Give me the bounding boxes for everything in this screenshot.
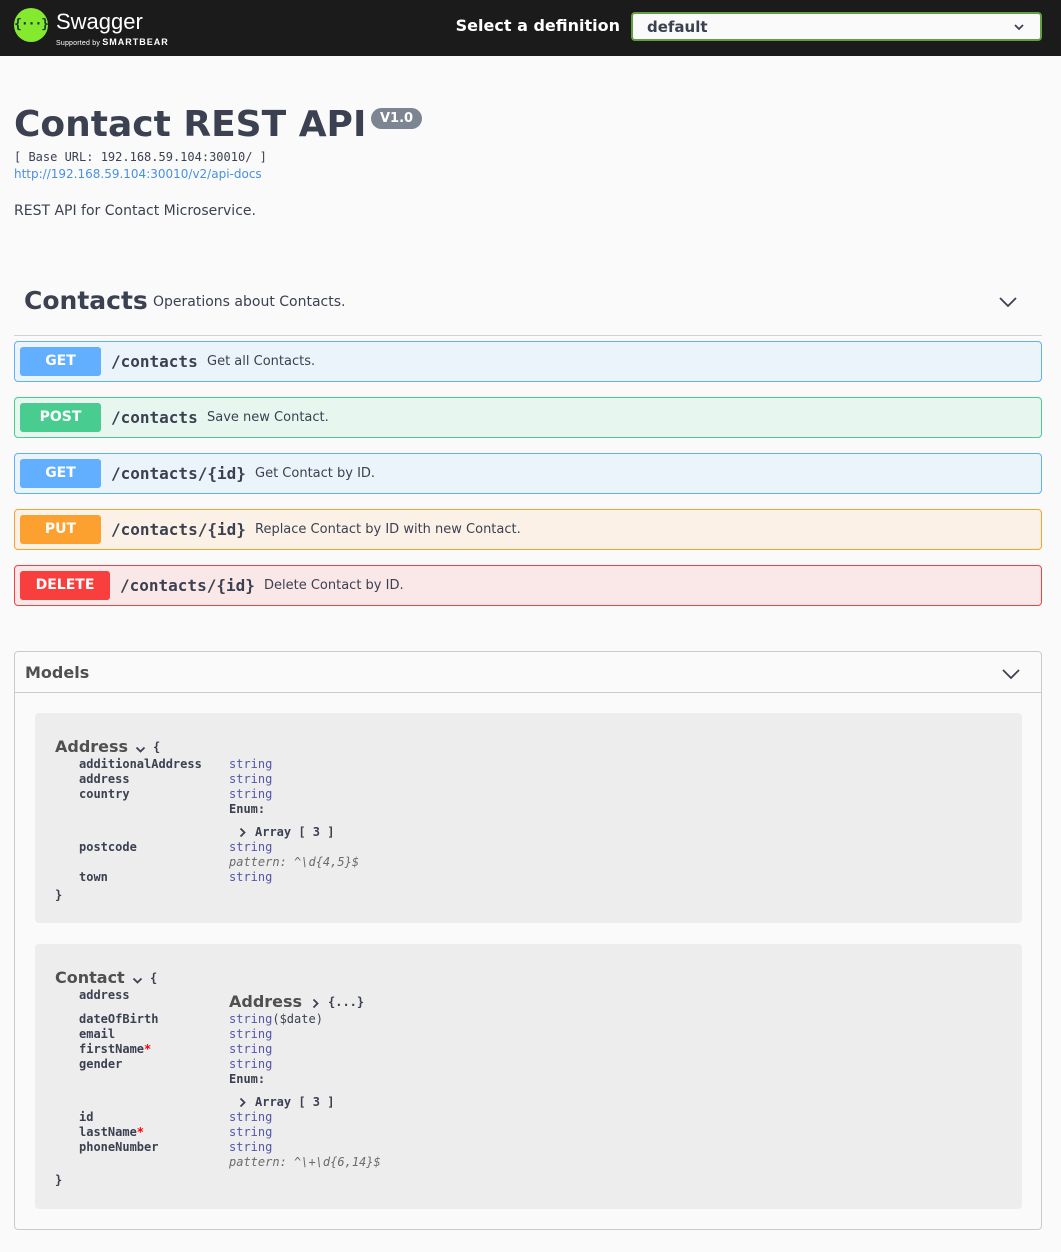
ref-model-name[interactable]: Address [229,992,302,1011]
operation-get-contacts[interactable]: GET /contacts Get all Contacts. [14,341,1042,382]
operation-summary: Save new Contact. [207,410,329,425]
prop-type: string [229,1057,273,1071]
operation-path: /contacts [111,352,198,371]
prop-type: string [229,1012,273,1026]
chevron-down-icon[interactable] [1001,664,1021,684]
prop-name: dateOfBirth [79,1012,159,1026]
chevron-down-icon[interactable] [998,292,1018,312]
prop-name: phoneNumber [79,1140,159,1154]
topbar: {···} Swagger Supported by SMARTBEAR Sel… [0,0,1061,56]
prop-type: string [229,772,273,786]
operation-summary: Delete Contact by ID. [264,578,404,593]
operation-summary: Get all Contacts. [207,354,316,369]
models-header[interactable]: Models [15,652,1041,693]
operation-delete-contact-by-id[interactable]: DELETE /contacts/{id} Delete Contact by … [14,565,1042,606]
prop-name-required: firstName* [79,1042,151,1057]
prop-name: lastName [79,1125,137,1139]
models-section: Models Address { additionalAddress strin… [14,651,1042,1230]
tag-description: Operations about Contacts. [153,294,346,310]
models-title: Models [25,663,90,682]
operation-path: /contacts/{id} [111,520,246,539]
prop-name: postcode [79,840,137,854]
logo-tagline: Supported by SMARTBEAR [56,37,169,47]
base-url: [ Base URL: 192.168.59.104:30010/ ] [14,150,267,164]
prop-name: town [79,870,108,884]
method-badge: GET [20,347,101,376]
definition-select-value: default [647,18,708,36]
operation-path: /contacts/{id} [120,576,255,595]
logo-tagline-prefix: Supported by [56,40,101,47]
prop-type: string [229,1140,273,1154]
prop-type-with-format: string($date) [229,1012,323,1027]
open-brace: { [153,740,161,754]
tag-header-contacts[interactable]: Contacts Operations about Contacts. [14,276,1042,336]
definition-select[interactable]: default [631,12,1042,41]
operation-summary: Get Contact by ID. [255,466,376,481]
api-description: REST API for Contact Microservice. [14,203,256,219]
enum-array-toggle[interactable]: Array [ 3 ] [255,825,334,840]
prop-pattern: pattern: ^\d{4,5}$ [229,855,360,869]
tag-name: Contacts [24,286,148,315]
prop-format: ($date) [272,1012,323,1026]
open-brace: { [150,971,158,985]
page-title: Contact REST API [14,104,367,145]
prop-name: address [79,988,130,1002]
prop-name: gender [79,1057,123,1071]
prop-name: additionalAddress [79,757,202,771]
api-docs-link[interactable]: http://192.168.59.104:30010/v2/api-docs [14,167,262,181]
method-badge: POST [20,403,101,432]
prop-type: string [229,1110,273,1124]
enum-label: Enum: [229,802,266,816]
prop-name: id [79,1110,94,1124]
operation-get-contact-by-id[interactable]: GET /contacts/{id} Get Contact by ID. [14,453,1042,494]
prop-type: string [229,1027,273,1041]
model-name[interactable]: Contact [55,968,125,987]
chevron-down-icon[interactable] [135,744,146,755]
method-badge: DELETE [20,571,110,600]
model-name[interactable]: Address [55,737,128,756]
prop-name: country [79,787,130,801]
logo-tagline-brand: SMARTBEAR [102,37,169,47]
required-mark: * [136,1125,145,1139]
close-brace: } [55,1173,63,1187]
chevron-right-icon[interactable] [237,827,248,838]
swagger-logo-icon: {···} [14,8,49,42]
version-badge: V1.0 [371,108,423,129]
model-address: Address { additionalAddress string addre… [35,713,1022,923]
chevron-right-icon[interactable] [237,1097,248,1108]
enum-label: Enum: [229,1072,266,1086]
logo-wordmark: Swagger [56,9,143,34]
chevron-down-icon [1014,24,1024,31]
close-brace: } [55,888,63,902]
model-contact: Contact { address Address {...} dateOfBi… [35,944,1022,1209]
ref-collapsed[interactable]: {...} [328,995,364,1010]
prop-name-required: lastName* [79,1125,144,1140]
enum-array-toggle[interactable]: Array [ 3 ] [255,1095,334,1110]
prop-type: string [229,787,273,801]
prop-name: firstName [79,1042,145,1056]
prop-name: address [79,772,130,786]
operation-path: /contacts [111,408,198,427]
definition-label: Select a definition [455,16,620,35]
prop-type: string [229,840,273,854]
operation-put-contact-by-id[interactable]: PUT /contacts/{id} Replace Contact by ID… [14,509,1042,550]
operation-path: /contacts/{id} [111,464,246,483]
prop-name: email [79,1027,116,1041]
chevron-right-icon[interactable] [310,998,321,1009]
prop-type: string [229,1125,273,1139]
chevron-down-icon[interactable] [132,975,143,986]
prop-type: string [229,870,273,884]
operation-post-contacts[interactable]: POST /contacts Save new Contact. [14,397,1042,438]
prop-type: string [229,757,273,771]
method-badge: PUT [20,515,101,544]
swagger-logo[interactable]: {···} Swagger Supported by SMARTBEAR [14,8,168,48]
prop-type: string [229,1042,273,1056]
method-badge: GET [20,459,101,488]
operation-summary: Replace Contact by ID with new Contact. [255,522,521,537]
required-mark: * [144,1042,152,1056]
prop-pattern: pattern: ^\+\d{6,14}$ [229,1155,381,1169]
